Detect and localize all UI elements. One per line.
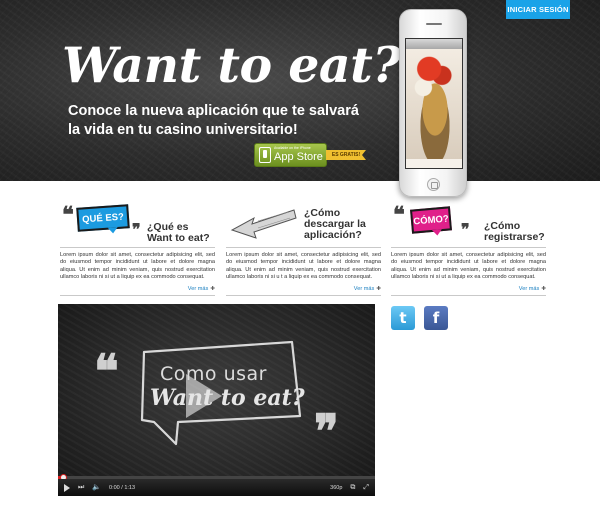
- quote-icon: ❝: [393, 202, 405, 228]
- facebook-icon[interactable]: f: [424, 306, 448, 330]
- fullscreen-icon[interactable]: ⤢: [363, 484, 369, 491]
- feature-description: Lorem ipsum dolor sit amet, consectetur …: [226, 252, 381, 281]
- plus-icon: ✚: [376, 285, 381, 292]
- next-icon[interactable]: ⏭: [78, 484, 84, 491]
- read-more-link[interactable]: Ver más ✚: [391, 286, 546, 296]
- feature-como-descargar: ¿Cómo descargar la aplicación? Lorem ips…: [226, 200, 381, 296]
- feature-header: ❝ CÓMO? ❞ ¿Cómo registrarse?: [391, 200, 546, 248]
- read-more-link[interactable]: Ver más ✚: [60, 286, 215, 296]
- free-tag: ES GRATIS!: [326, 150, 366, 160]
- iphone-icon: [259, 147, 271, 163]
- hero-title: Want to eat?: [62, 36, 401, 94]
- volume-icon[interactable]: 🔈: [92, 484, 101, 491]
- feature-title: ¿Cómo descargar la aplicación?: [304, 207, 366, 241]
- video-quality[interactable]: 360p: [330, 485, 342, 491]
- twitter-icon[interactable]: t: [391, 306, 415, 330]
- play-icon[interactable]: [64, 483, 70, 492]
- plus-icon: ✚: [210, 285, 215, 292]
- video-controls: ⏭ 🔈 0:00 / 1:13 360p ⧉ ⤢: [58, 479, 375, 496]
- feature-como-registrarse: ❝ CÓMO? ❞ ¿Cómo registrarse? Lorem ipsum…: [391, 200, 546, 296]
- screen-status-bar: [406, 39, 462, 49]
- video-title-line1: Como usar: [160, 363, 267, 385]
- social-links: t f: [391, 306, 448, 330]
- popout-icon[interactable]: ⧉: [350, 484, 355, 491]
- feature-que-es: ❝ QUÉ ES? ❞ ¿Qué es Want to eat? Lorem i…: [60, 200, 215, 296]
- feature-title: ¿Qué es Want to eat?: [147, 221, 210, 244]
- feature-description: Lorem ipsum dolor sit amet, consectetur …: [60, 252, 215, 281]
- phone-home-button: [427, 178, 440, 191]
- quote-close-icon: ❞: [461, 220, 470, 239]
- plus-icon: ✚: [541, 285, 546, 292]
- feature-header: ¿Cómo descargar la aplicación?: [226, 200, 381, 248]
- read-more-label: Ver más: [353, 285, 375, 292]
- feature-header: ❝ QUÉ ES? ❞ ¿Qué es Want to eat?: [60, 200, 215, 248]
- quote-icon: ❝: [62, 202, 74, 228]
- login-button[interactable]: INICIAR SESIÓN: [506, 0, 570, 19]
- feature-title: ¿Cómo registrarse?: [484, 220, 545, 243]
- quote-close-icon: ❞: [132, 220, 141, 239]
- food-photo: [406, 49, 462, 159]
- speech-bubble-badge: CÓMO?: [410, 206, 452, 234]
- feature-description: Lorem ipsum dolor sit amet, consectetur …: [391, 252, 546, 281]
- read-more-link[interactable]: Ver más ✚: [226, 286, 381, 296]
- speech-bubble-badge: QUÉ ES?: [76, 204, 130, 232]
- video-player[interactable]: ❝ ❞ Como usar Want to eat? ⏭ 🔈 0:00 / 1:…: [58, 304, 375, 496]
- hero-banner: INICIAR SESIÓN Want to eat? Conoce la nu…: [0, 0, 600, 181]
- app-store-label: App Store: [274, 150, 323, 163]
- phone-screen: [405, 38, 463, 169]
- hero-subtitle: Conoce la nueva aplicación que te salvar…: [68, 103, 359, 138]
- read-more-label: Ver más: [187, 285, 209, 292]
- video-title-line2: Want to eat?: [150, 385, 305, 411]
- read-more-label: Ver más: [518, 285, 540, 292]
- phone-speaker: [426, 23, 442, 25]
- video-time: 0:00 / 1:13: [109, 484, 136, 491]
- iphone-mockup: [399, 9, 467, 197]
- sketch-arrow-icon: [230, 209, 297, 239]
- app-store-button[interactable]: Available on the iPhone App Store: [254, 143, 327, 167]
